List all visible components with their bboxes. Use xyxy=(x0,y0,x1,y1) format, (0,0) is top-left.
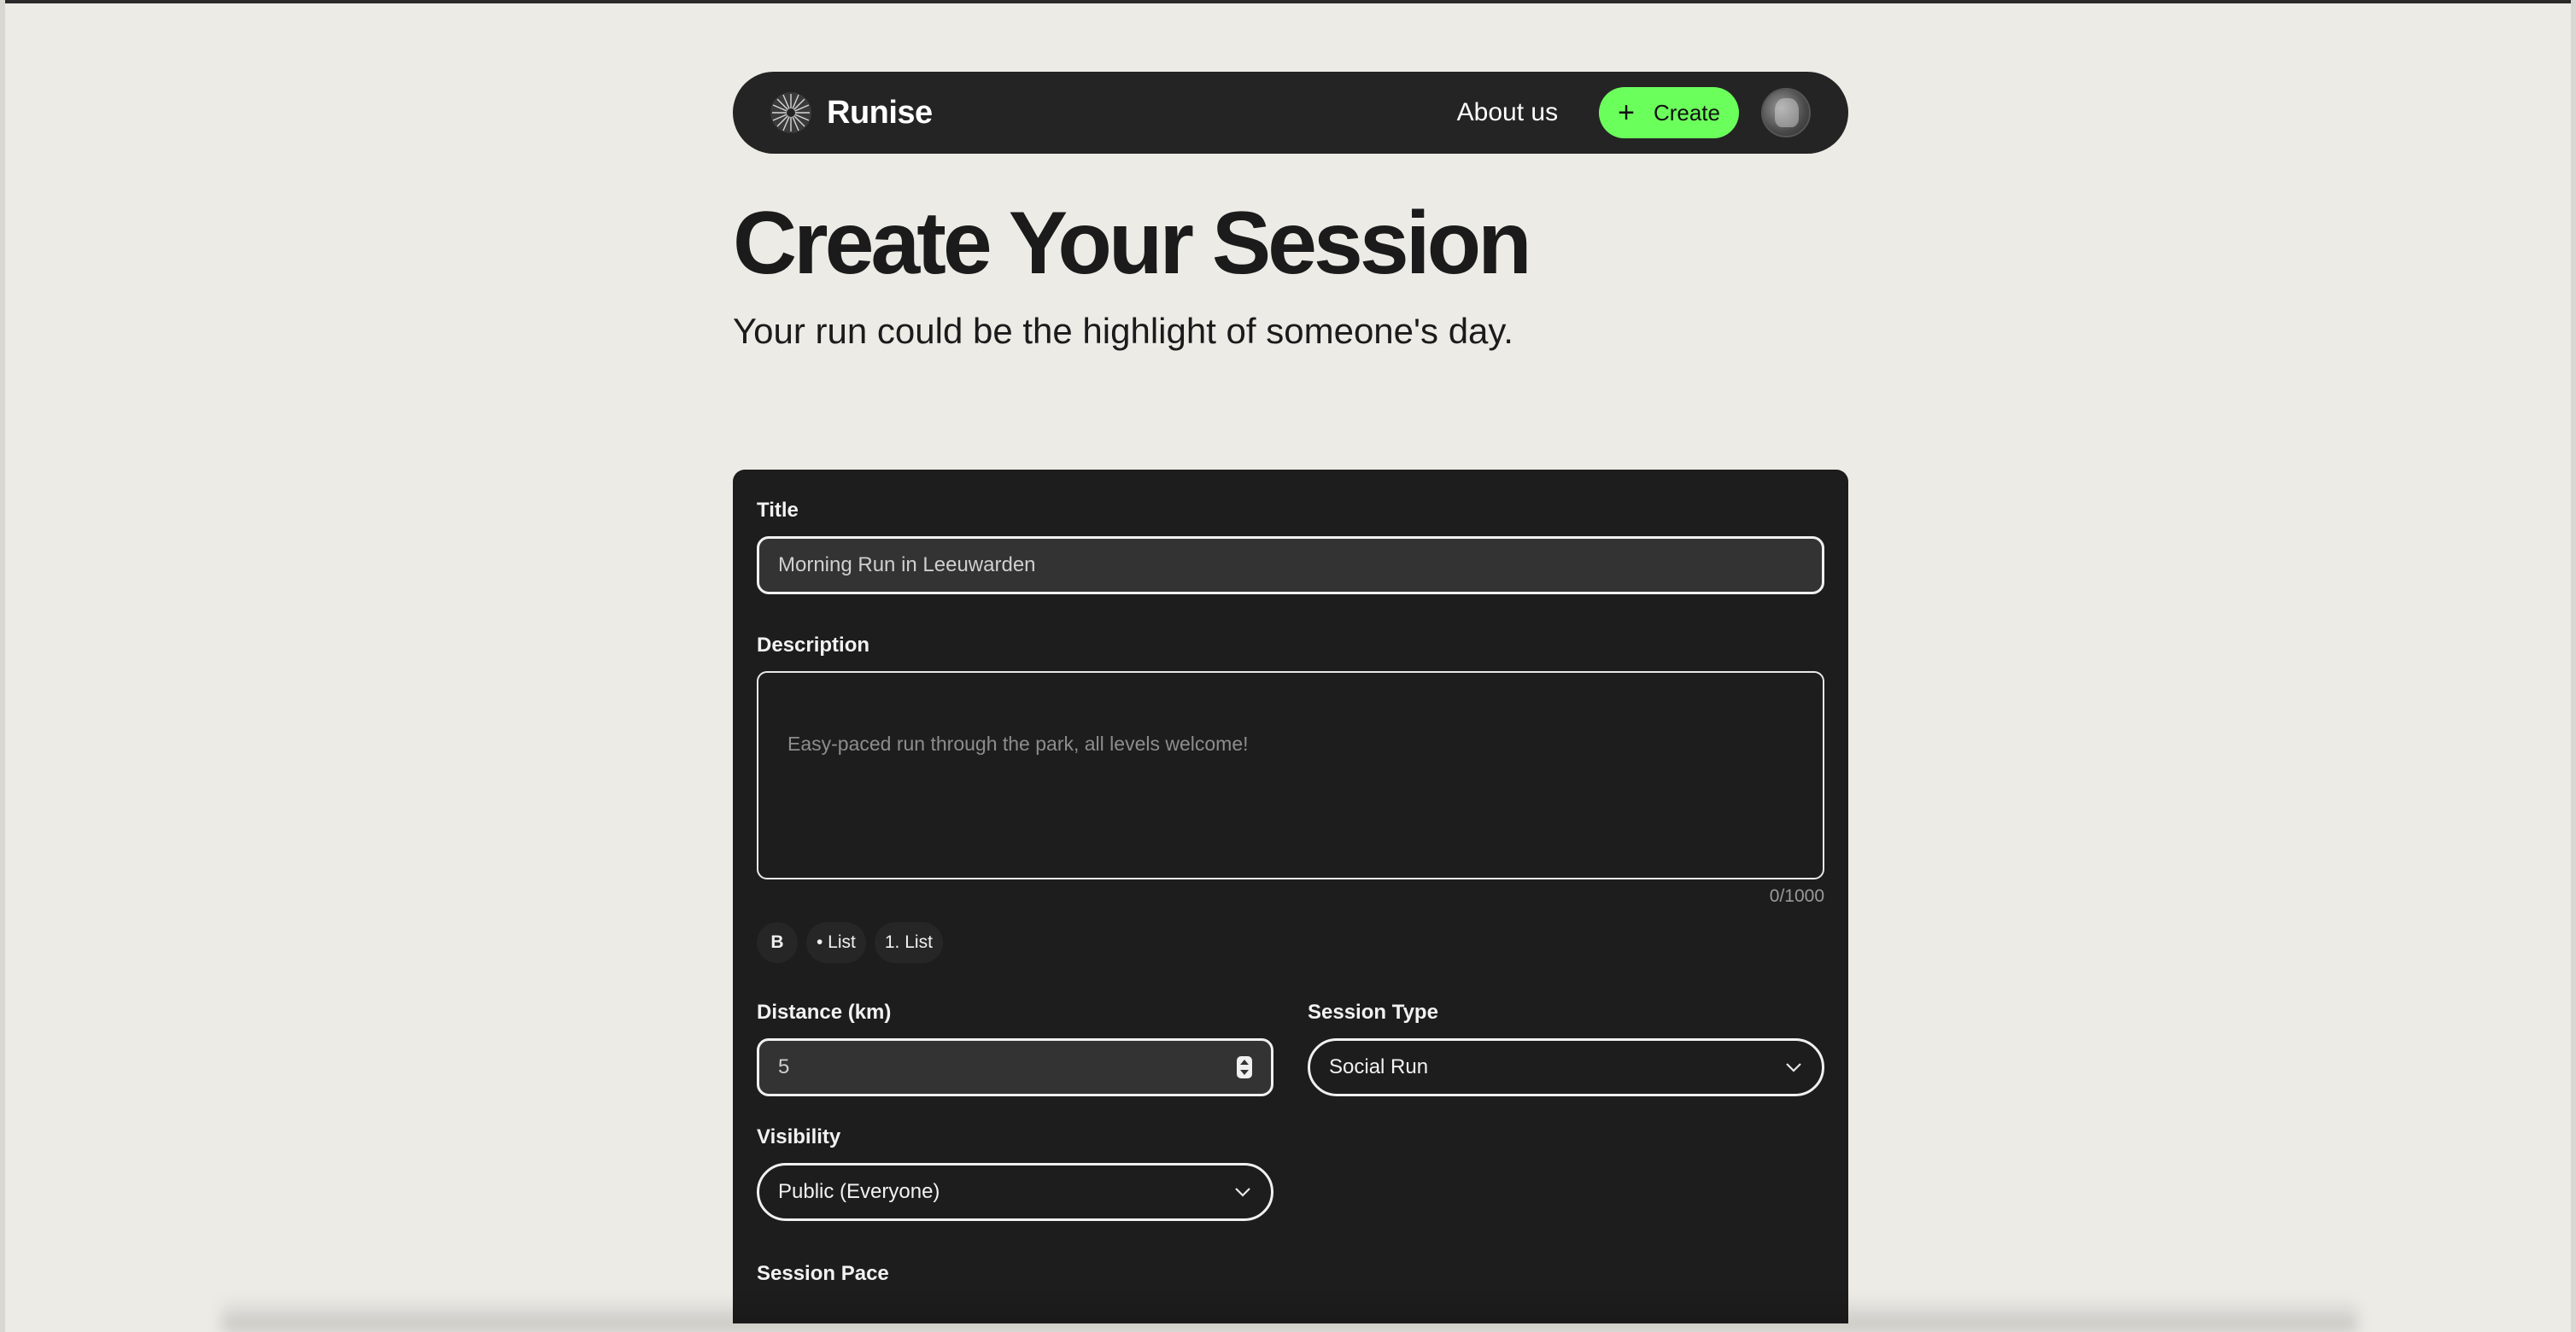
visibility-field-group: Visibility Public (Everyone) xyxy=(757,1125,1273,1222)
numbered-list-button[interactable]: 1. List xyxy=(874,922,943,964)
plus-icon: + xyxy=(1618,96,1635,129)
description-placeholder: Easy-paced run through the park, all lev… xyxy=(787,733,1249,756)
visibility-label: Visibility xyxy=(757,1125,841,1149)
description-label: Description xyxy=(757,634,870,657)
title-input-value: Morning Run in Leeuwarden xyxy=(778,553,1036,577)
distance-type-row: Distance (km) 5 Session Type Social Run xyxy=(757,1001,1824,1097)
visibility-select[interactable]: Public (Everyone) xyxy=(757,1163,1273,1222)
session-pace-label: Session Pace xyxy=(757,1262,889,1286)
distance-field-group: Distance (km) 5 xyxy=(757,1001,1273,1097)
window-right-edge xyxy=(2571,0,2576,1332)
visibility-row: Visibility Public (Everyone) xyxy=(757,1125,1824,1222)
session-type-field-group: Session Type Social Run xyxy=(1308,1001,1824,1097)
create-button-label: Create xyxy=(1653,99,1720,126)
distance-label: Distance (km) xyxy=(757,1001,892,1025)
page-title: Create Your Session xyxy=(733,194,1532,293)
visibility-value: Public (Everyone) xyxy=(778,1180,940,1204)
chevron-down-icon xyxy=(1786,1063,1801,1072)
window-left-edge xyxy=(0,0,5,1332)
session-form-card: Title Morning Run in Leeuwarden Descript… xyxy=(733,470,1848,1324)
page-subtitle: Your run could be the highlight of someo… xyxy=(733,311,1513,352)
avatar[interactable] xyxy=(1761,88,1811,137)
title-label: Title xyxy=(757,499,799,523)
session-type-select[interactable]: Social Run xyxy=(1308,1038,1824,1097)
starburst-logo-icon[interactable] xyxy=(769,91,813,135)
top-navbar: Runise About us + Create xyxy=(733,72,1848,154)
title-input[interactable]: Morning Run in Leeuwarden xyxy=(757,536,1824,595)
distance-input[interactable]: 5 xyxy=(757,1038,1273,1097)
brand-name[interactable]: Runise xyxy=(827,95,933,131)
chevron-down-icon xyxy=(1235,1188,1250,1197)
session-type-value: Social Run xyxy=(1329,1055,1429,1079)
description-textarea[interactable]: Easy-paced run through the park, all lev… xyxy=(757,671,1824,880)
description-format-toolbar: B • List 1. List xyxy=(757,922,1824,964)
page-container: Runise About us + Create Create Your Ses… xyxy=(733,72,1848,1324)
bold-button[interactable]: B xyxy=(757,922,798,964)
description-char-counter: 0/1000 xyxy=(1769,886,1824,907)
bullet-list-button[interactable]: • List xyxy=(806,922,866,964)
number-stepper-icon[interactable] xyxy=(1237,1056,1252,1079)
about-us-link[interactable]: About us xyxy=(1457,98,1558,127)
distance-input-value: 5 xyxy=(778,1055,790,1079)
create-button[interactable]: + Create xyxy=(1599,87,1739,138)
session-type-label: Session Type xyxy=(1308,1001,1438,1025)
window-top-edge xyxy=(0,0,2576,3)
